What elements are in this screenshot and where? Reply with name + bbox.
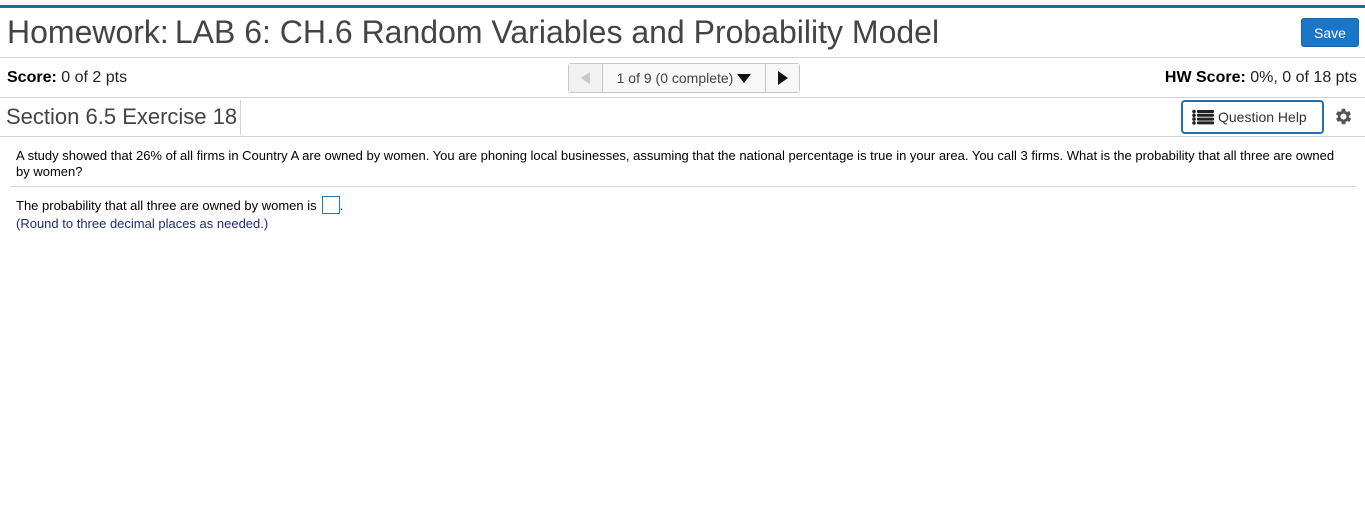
question-position-label: 1 of 9 (0 complete) bbox=[616, 70, 734, 86]
section-bar: Section 6.5 Exercise 18 Question Help bbox=[0, 98, 1365, 137]
answer-prompt: The probability that all three are owned… bbox=[16, 197, 317, 213]
answer-input[interactable] bbox=[321, 196, 340, 214]
page-title: Homework: LAB 6: CH.6 Random Variables an… bbox=[7, 14, 939, 51]
section-divider bbox=[240, 100, 241, 135]
section-title: Section 6.5 Exercise 18 bbox=[6, 104, 238, 129]
hw-score-label: HW Score: bbox=[1164, 69, 1246, 86]
score-label: Score: bbox=[7, 69, 57, 86]
next-question-button[interactable] bbox=[766, 64, 799, 92]
score-value: 0 of 2 pts bbox=[61, 69, 128, 86]
triangle-left-icon bbox=[580, 72, 590, 84]
question-help-label: Question Help bbox=[1218, 109, 1307, 125]
question-divider bbox=[10, 186, 1356, 187]
question-text: A study showed that 26% of all firms in … bbox=[16, 148, 1335, 179]
homework-score: HW Score: 0%, 0 of 18 pts bbox=[1165, 69, 1357, 87]
answer-suffix: . bbox=[339, 197, 344, 213]
page-title-text: LAB 6: CH.6 Random Variables and Probabi… bbox=[174, 14, 940, 50]
score-bar: Score: 0 of 2 pts 1 of 9 (0 complete) HW… bbox=[0, 58, 1365, 98]
question-help-button[interactable]: Question Help bbox=[1181, 100, 1324, 134]
triangle-right-icon bbox=[777, 71, 788, 85]
hw-score-value: 0%, 0 of 18 pts bbox=[1250, 69, 1357, 86]
question-select-dropdown[interactable]: 1 of 9 (0 complete) bbox=[603, 64, 766, 92]
list-icon bbox=[1192, 109, 1214, 125]
page-title-prefix: Homework: bbox=[7, 14, 169, 50]
answer-line: The probability that all three are owned… bbox=[16, 196, 343, 214]
title-bar: Homework: LAB 6: CH.6 Random Variables an… bbox=[0, 8, 1365, 58]
question-score: Score: 0 of 2 pts bbox=[7, 69, 127, 87]
save-button[interactable]: Save bbox=[1301, 18, 1359, 47]
gear-icon[interactable] bbox=[1333, 106, 1354, 127]
caret-down-icon bbox=[737, 73, 752, 83]
previous-question-button[interactable] bbox=[569, 64, 603, 92]
question-navigator: 1 of 9 (0 complete) bbox=[568, 63, 800, 93]
rounding-instruction: (Round to three decimal places as needed… bbox=[16, 216, 269, 231]
